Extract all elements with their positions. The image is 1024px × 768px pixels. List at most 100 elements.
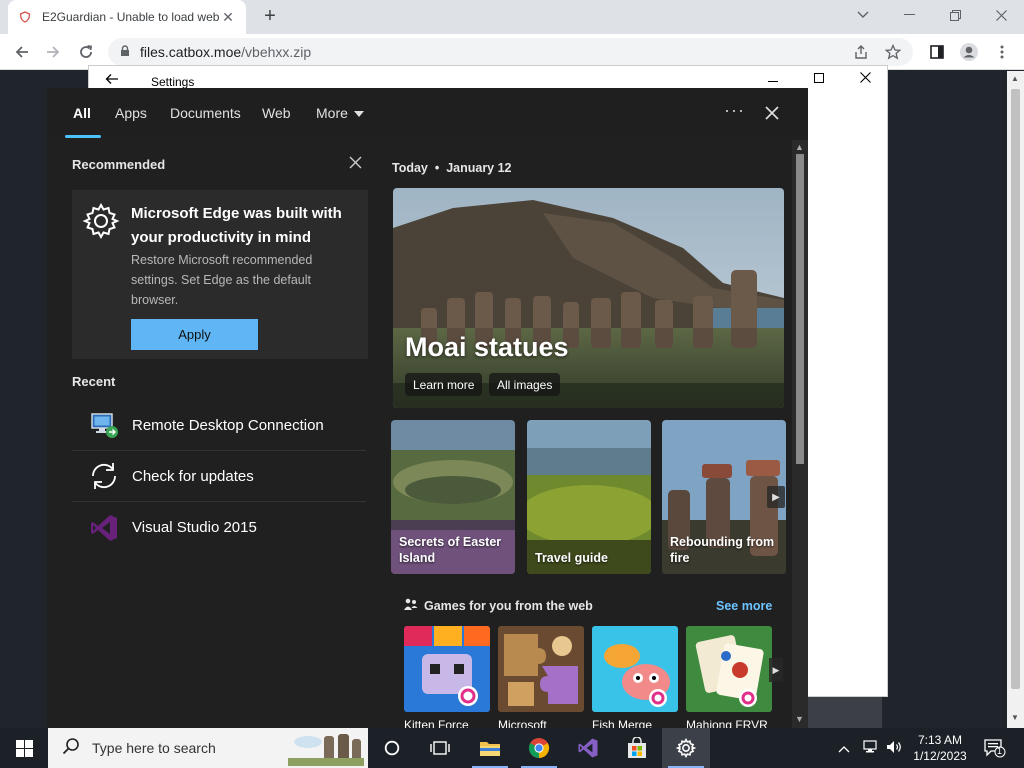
forward-arrow-icon[interactable] [41,40,65,64]
search-panel-close-icon[interactable] [765,100,779,126]
close-window-icon[interactable] [978,0,1024,30]
system-tray [838,728,902,768]
game-fish-merge[interactable]: Fish Merge [592,626,678,728]
game-mahjong-frvr[interactable]: Mahjong FRVR [686,626,772,728]
settings-taskbar-icon[interactable] [662,728,710,768]
scrollbar-thumb[interactable] [1011,89,1020,689]
games-next-chevron-icon[interactable]: ▶ [769,658,783,682]
card-secrets-of-easter-island[interactable]: Secrets of Easter Island [391,420,515,574]
profile-avatar-icon[interactable] [957,40,981,64]
recommended-dismiss-icon[interactable] [349,156,362,174]
address-bar[interactable]: files.catbox.moe/vbehxx.zip [108,38,913,66]
hero-card-moai[interactable]: Moai statues Learn more All images [393,188,784,408]
game-kitten-force[interactable]: Kitten Force [404,626,490,728]
game-label: Mahjong FRVR [686,718,768,728]
games-header: Games for you from the web [404,598,593,614]
tab-web[interactable]: Web [262,105,291,121]
card-label: Secrets of Easter Island [399,535,502,565]
tab-documents[interactable]: Documents [170,105,241,121]
visual-studio-taskbar-icon[interactable] [564,728,612,768]
gear-icon [82,202,120,240]
lock-icon[interactable] [120,44,130,60]
file-explorer-icon[interactable] [466,728,514,768]
recent-item-label: Check for updates [132,467,254,485]
tray-chevron-up-icon[interactable] [838,741,850,756]
recent-item-label: Visual Studio 2015 [132,519,257,536]
search-panel-scrollbar[interactable]: ▲ ▼ [792,140,808,728]
game-microsoft-jigsaw[interactable]: Microsoft [498,626,584,728]
taskbar: Type here to search 7:13 AM 1/12/2023 1 [0,728,1024,768]
windows-search-panel: All Apps Documents Web More ··· Recommen… [47,88,808,728]
microsoft-store-icon[interactable] [613,728,661,768]
panel-scroll-down-icon[interactable]: ▼ [795,714,804,724]
tab-search-chevron-icon[interactable] [840,0,886,30]
tab-all[interactable]: All [73,105,91,121]
browser-tabstrip: E2Guardian - Unable to load web ✕ + [0,0,1024,34]
search-highlight-moai-icon[interactable] [288,730,364,768]
recommendation-body: Restore Microsoft recommended settings. … [131,253,313,307]
task-view-icon[interactable] [416,728,464,768]
cards-next-chevron-icon[interactable]: ▶ [767,486,785,508]
recommendation-card[interactable]: Microsoft Edge was built with your produ… [72,190,368,359]
remote-desktop-icon [86,407,122,443]
notification-count-badge: 1 [997,746,1003,756]
settings-maximize-icon[interactable] [804,70,834,86]
recent-item-label: Remote Desktop Connection [132,416,324,434]
action-center-icon[interactable]: 1 [980,728,1010,768]
games-row: Kitten Force Microsoft Fish Merge Mahjon… [404,626,784,728]
settings-back-arrow-icon[interactable] [105,72,119,88]
apply-button[interactable]: Apply [131,319,258,350]
recent-item-visual-studio[interactable]: Visual Studio 2015 [72,502,366,553]
scroll-down-icon[interactable]: ▼ [1011,713,1019,722]
settings-close-icon[interactable] [850,70,880,86]
panel-scroll-up-icon[interactable]: ▲ [795,142,804,152]
tab-more[interactable]: More [316,105,364,121]
restore-icon[interactable] [932,0,978,30]
game-label: Fish Merge [592,718,653,728]
card-label: Rebounding from fire [670,535,775,565]
side-panel-icon[interactable] [925,40,949,64]
mahjong-image [686,626,772,712]
minimize-icon[interactable] [886,0,932,30]
tab-close-icon[interactable]: ✕ [220,9,236,26]
volume-icon[interactable] [886,740,902,757]
taskbar-search-box[interactable]: Type here to search [48,728,368,768]
bookmark-star-icon[interactable] [884,43,902,63]
search-filter-tabs: All Apps Documents Web More ··· [47,88,808,138]
back-arrow-icon[interactable] [10,40,34,64]
games-title: Games for you from the web [424,599,593,613]
learn-more-button[interactable]: Learn more [405,373,483,396]
chrome-icon[interactable] [515,728,563,768]
recent-item-check-for-updates[interactable]: Check for updates [72,451,366,502]
card-travel-guide[interactable]: Travel guide [527,420,651,574]
today-label: Today [392,161,428,175]
browser-tab[interactable]: E2Guardian - Unable to load web ✕ [8,0,246,34]
settings-minimize-icon[interactable] [758,70,788,86]
kitten-force-image [404,626,490,712]
cortana-circle-icon[interactable] [368,728,416,768]
windows-start-icon[interactable] [0,728,48,768]
new-tab-button[interactable]: + [258,6,282,28]
recommended-title: Recommended [72,157,166,172]
panel-scrollbar-thumb[interactable] [796,154,804,464]
active-tab-indicator [65,135,101,138]
tab-apps[interactable]: Apps [115,105,147,121]
recent-item-remote-desktop[interactable]: Remote Desktop Connection [72,400,366,451]
more-options-ellipsis-icon[interactable]: ··· [724,100,745,121]
tab-more-label: More [316,105,348,121]
scroll-up-icon[interactable]: ▲ [1011,74,1019,83]
page-scrollbar[interactable]: ▲ ▼ [1007,71,1024,728]
url-path: /vbehxx.zip [241,44,312,60]
taskbar-clock[interactable]: 7:13 AM 1/12/2023 [908,732,972,764]
all-images-button[interactable]: All images [489,373,561,396]
reload-icon[interactable] [74,40,98,64]
kebab-menu-icon[interactable] [990,40,1014,64]
network-icon[interactable] [862,739,878,757]
share-icon[interactable] [853,44,869,63]
see-more-link[interactable]: See more [716,599,772,613]
recent-list: Remote Desktop Connection Check for upda… [72,400,366,553]
settings-title: Settings [151,75,195,89]
today-date: January 12 [446,161,512,175]
clock-time: 7:13 AM [917,733,963,747]
fish-merge-image [592,626,678,712]
